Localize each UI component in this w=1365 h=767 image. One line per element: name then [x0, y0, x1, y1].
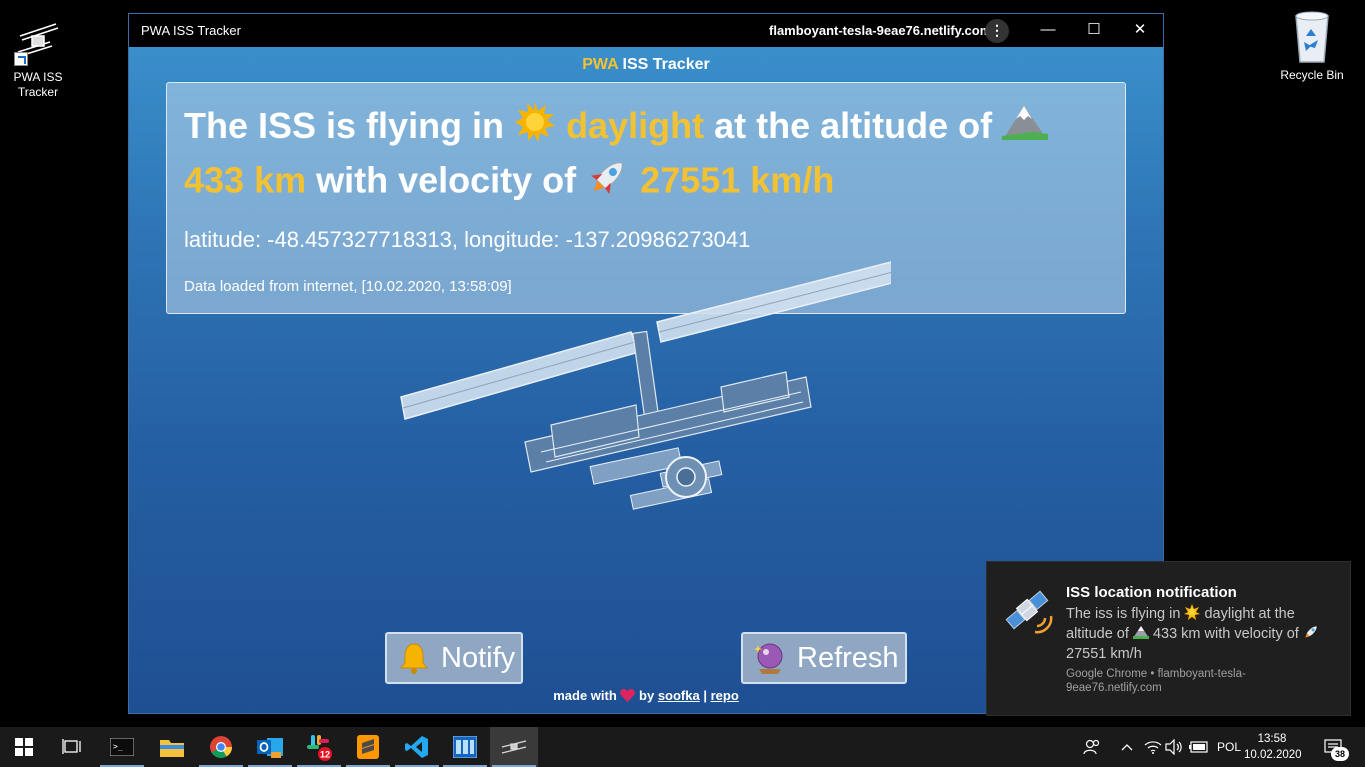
- show-hidden-icons-button[interactable]: [1117, 727, 1137, 767]
- rocket-icon: [586, 155, 630, 211]
- crystal-ball-icon: [753, 641, 787, 675]
- volume-button[interactable]: [1164, 727, 1184, 767]
- taskbar-outlook[interactable]: [246, 727, 294, 767]
- desktop-icon-label-line1: PWA ISS: [13, 70, 63, 84]
- toast-body: The iss is flying in daylight at the alt…: [1066, 604, 1328, 664]
- shortcut-arrow-icon: [14, 52, 28, 66]
- velocity-value: 27551 km/h: [640, 160, 835, 201]
- terminal-icon: >_: [110, 738, 134, 756]
- app-header-title: ISS Tracker: [618, 56, 710, 73]
- toast-rocket-icon: [1303, 626, 1319, 642]
- battery-button[interactable]: [1188, 727, 1210, 767]
- taskbar-sublime[interactable]: [344, 727, 392, 767]
- desktop: PWA ISS Tracker Recycle Bin PWA ISS Trac…: [0, 0, 1365, 727]
- clock-time: 13:58: [1257, 733, 1287, 745]
- chevron-up-icon: [1121, 744, 1133, 751]
- notification-toast[interactable]: ISS location notification The iss is fly…: [986, 561, 1351, 716]
- author-link[interactable]: soofka: [658, 688, 700, 703]
- heart-icon: [620, 688, 636, 703]
- toast-body-1: The iss is flying in: [1066, 606, 1185, 622]
- taskbar-slack[interactable]: 12: [295, 727, 343, 767]
- clock[interactable]: 13:58 10.02.2020: [1244, 731, 1302, 763]
- task-view-icon: [62, 739, 81, 754]
- windows-icon: [15, 738, 33, 756]
- footer-by: by: [635, 688, 658, 703]
- desktop-icon-pwa-iss-tracker[interactable]: PWA ISS Tracker: [1, 18, 75, 100]
- wifi-icon: [1144, 741, 1162, 754]
- footer-separator: |: [699, 688, 711, 703]
- desktop-icon-recycle-bin[interactable]: Recycle Bin: [1275, 8, 1349, 83]
- app-header-accent: PWA: [582, 56, 619, 73]
- iss-taskbar-icon: [501, 740, 527, 754]
- iss-app-icon: [14, 18, 62, 66]
- toast-body-3: 433 km with velocity of: [1148, 626, 1303, 642]
- taskbar-pwa-iss-tracker[interactable]: [490, 727, 538, 767]
- slack-badge: 12: [320, 750, 330, 760]
- iss-illustration: [400, 261, 891, 510]
- taskbar-file-explorer[interactable]: [148, 727, 196, 767]
- headline-text-1: The ISS is flying in: [184, 105, 515, 146]
- folder-icon: [160, 740, 184, 757]
- toast-body-4: 27551 km/h: [1066, 646, 1142, 662]
- mountain-icon: [1002, 102, 1049, 154]
- toast-mountain-icon: [1132, 626, 1149, 642]
- sublime-text-icon: [357, 735, 379, 759]
- battery-icon: [1189, 741, 1208, 753]
- sun-icon: [514, 101, 556, 155]
- app-menu-button[interactable]: ⋮: [985, 19, 1009, 43]
- notify-button-label: Notify: [441, 641, 516, 674]
- toast-sun-icon: [1184, 604, 1201, 622]
- satellite-icon: [1001, 584, 1053, 636]
- footer-made-with: made with: [553, 688, 621, 703]
- speaker-icon: [1165, 739, 1182, 755]
- close-button[interactable]: ✕: [1117, 14, 1163, 47]
- notification-count-badge: 38: [1331, 747, 1349, 761]
- headline-text-2: at the altitude of: [704, 105, 1003, 146]
- taskbar: >_ 12 POL 13:58 10.02.2020 38: [0, 727, 1365, 767]
- network-button[interactable]: [1142, 727, 1164, 767]
- window-url: flamboyant-tesla-9eae76.netlify.com: [769, 23, 992, 38]
- altitude-value: 433 km: [184, 160, 307, 201]
- desktop-icon-label: Recycle Bin: [1280, 68, 1344, 82]
- svg-text:>_: >_: [113, 742, 123, 751]
- window-titlebar[interactable]: PWA ISS Tracker flamboyant-tesla-9eae76.…: [129, 14, 1163, 47]
- taskbar-terminal[interactable]: >_: [98, 727, 146, 767]
- refresh-button[interactable]: Refresh: [741, 632, 907, 684]
- toast-source: Google Chrome • flamboyant-tesla-9eae76.…: [1066, 668, 1246, 694]
- chrome-icon: [210, 736, 232, 758]
- minimize-button[interactable]: —: [1025, 14, 1071, 47]
- repo-link[interactable]: repo: [711, 688, 739, 703]
- iss-headline: The ISS is flying in daylight at the alt…: [184, 101, 1114, 211]
- bell-icon: [397, 641, 431, 675]
- start-button[interactable]: [0, 727, 48, 767]
- toast-title: ISS location notification: [1066, 584, 1237, 601]
- window-title: PWA ISS Tracker: [141, 23, 241, 38]
- outlook-icon: [257, 738, 283, 758]
- slack-icon: 12: [307, 735, 332, 761]
- taskbar-app[interactable]: [441, 727, 489, 767]
- headline-text-3: with velocity of: [306, 160, 587, 201]
- input-language[interactable]: POL: [1212, 727, 1246, 767]
- task-view-button[interactable]: [48, 727, 96, 767]
- people-icon: [1083, 739, 1100, 755]
- app-icon: [453, 736, 477, 758]
- recycle-bin-icon: [1288, 8, 1336, 66]
- taskbar-vscode[interactable]: [393, 727, 441, 767]
- refresh-button-label: Refresh: [797, 641, 899, 674]
- app-header: PWA ISS Tracker: [129, 56, 1163, 74]
- visibility-value: daylight: [566, 105, 705, 146]
- clock-date: 10.02.2020: [1244, 749, 1302, 761]
- maximize-button[interactable]: ☐: [1071, 14, 1117, 47]
- taskbar-chrome[interactable]: [197, 727, 245, 767]
- vscode-icon: [405, 736, 428, 758]
- people-button[interactable]: [1077, 727, 1107, 767]
- notify-button[interactable]: Notify: [385, 632, 523, 684]
- desktop-icon-label-line2: Tracker: [17, 85, 59, 99]
